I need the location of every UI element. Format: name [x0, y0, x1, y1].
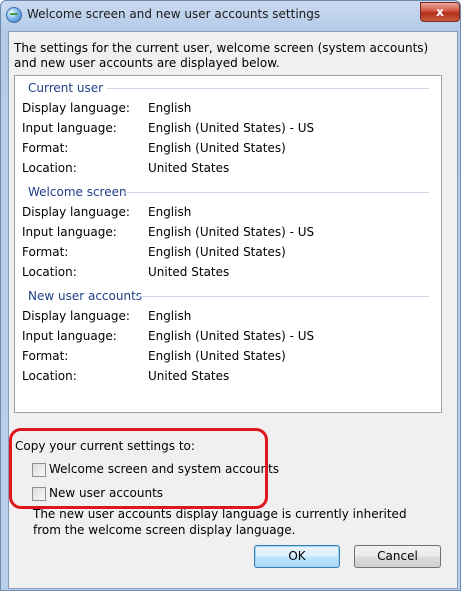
dialog-window: Welcome screen and new user accounts set…: [0, 0, 461, 591]
row-label: Location:: [22, 265, 77, 279]
intro-text: The settings for the current user, welco…: [14, 41, 429, 70]
globe-icon: [6, 7, 22, 23]
section-divider: [137, 296, 429, 297]
row-value: English (United States) - US: [148, 225, 315, 239]
row-label: Format:: [22, 245, 69, 259]
row-value: English: [148, 309, 192, 323]
row-value: United States: [148, 369, 230, 383]
row-label: Input language:: [22, 329, 117, 343]
row-label: Location:: [22, 369, 77, 383]
dialog-content: The settings for the current user, welco…: [8, 31, 458, 589]
row-label: Format:: [22, 349, 69, 363]
row-label: Format:: [22, 141, 69, 155]
title-bar[interactable]: Welcome screen and new user accounts set…: [1, 1, 460, 31]
section-header-new-user-accounts: New user accounts: [28, 289, 143, 303]
row-label: Input language:: [22, 121, 117, 135]
row-label: Display language:: [22, 309, 130, 323]
row-value: English: [148, 205, 192, 219]
row-value: English: [148, 101, 192, 115]
row-value: English (United States) - US: [148, 121, 315, 135]
settings-panel: Current user Display language: English I…: [14, 75, 442, 413]
section-header-current-user: Current user: [28, 81, 104, 95]
row-label: Location:: [22, 161, 77, 175]
section-divider: [123, 192, 429, 193]
section-header-welcome-screen: Welcome screen: [28, 185, 127, 199]
cancel-button[interactable]: Cancel: [354, 545, 441, 568]
highlight-annotation: [9, 428, 268, 509]
row-label: Display language:: [22, 101, 130, 115]
row-value: United States: [148, 161, 230, 175]
inheritance-note: The new user accounts display language i…: [33, 507, 407, 537]
window-title: Welcome screen and new user accounts set…: [27, 7, 321, 21]
row-label: Input language:: [22, 225, 117, 239]
section-divider: [107, 88, 429, 89]
row-value: English (United States): [148, 349, 286, 363]
ok-button[interactable]: OK: [254, 545, 340, 568]
row-value: English (United States): [148, 245, 286, 259]
row-label: Display language:: [22, 205, 130, 219]
row-value: English (United States) - US: [148, 329, 315, 343]
close-button[interactable]: x: [420, 2, 460, 22]
row-value: United States: [148, 265, 230, 279]
row-value: English (United States): [148, 141, 286, 155]
